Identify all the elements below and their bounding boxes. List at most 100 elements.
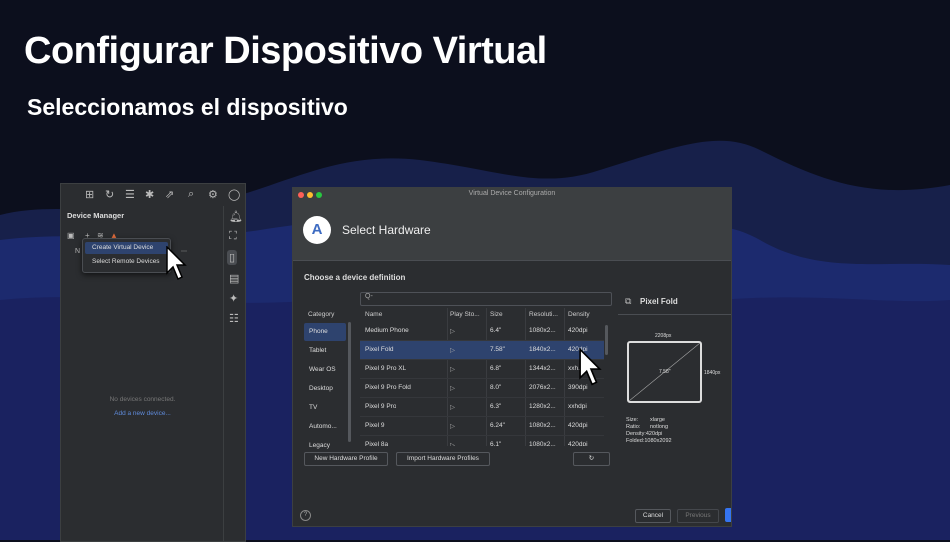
- refresh-icon: ↻: [588, 455, 595, 462]
- resolution-cell: 2076x2...: [529, 384, 556, 391]
- spec-key: Folded:: [626, 438, 645, 444]
- category-automotive[interactable]: Automo...: [304, 418, 346, 436]
- running-devices-icon[interactable]: ▤: [229, 272, 239, 285]
- dialog-header: A Select Hardware: [293, 202, 731, 261]
- category-tablet[interactable]: Tablet: [304, 342, 346, 360]
- device-search-input[interactable]: Q-: [360, 292, 612, 306]
- size-cell: 6.1": [490, 441, 502, 446]
- category-wear-os[interactable]: Wear OS: [304, 361, 346, 379]
- preview-height-label: 1840px: [704, 370, 721, 376]
- size-cell: 8.0": [490, 384, 502, 391]
- preview-width-label: 2208px: [655, 333, 672, 339]
- table-row[interactable]: Pixel 8a ▷ 6.1" 1080x2... 420dpi: [360, 436, 604, 446]
- import-hardware-profiles-button[interactable]: Import Hardware Profiles: [396, 452, 490, 466]
- help-button[interactable]: ?: [300, 510, 311, 521]
- play-store-icon: ▷: [450, 328, 455, 335]
- play-store-icon: ▷: [450, 442, 455, 446]
- device-table: Name Play Sto... Size Resoluti... Densit…: [360, 308, 610, 446]
- slide-subtitle: Seleccionamos el dispositivo: [27, 94, 348, 120]
- search-icon: Q-: [365, 293, 373, 300]
- spec-key: Ratio:: [626, 424, 641, 430]
- resolution-cell: 1344x2...: [529, 365, 556, 372]
- device-name-cell: Pixel 8a: [365, 441, 389, 446]
- table-scrollbar[interactable]: [605, 325, 608, 355]
- create-virtual-device-item[interactable]: Create Virtual Device: [85, 242, 168, 254]
- next-button-edge[interactable]: [725, 508, 731, 522]
- device-name-cell: Pixel 9: [365, 422, 385, 429]
- spec-row: Size: xlarge: [626, 417, 672, 424]
- virtual-device-dialog: Virtual Device Configuration A Select Ha…: [292, 187, 732, 527]
- resolution-cell: 1280x2...: [529, 403, 556, 410]
- device-name-cell: Pixel 9 Pro Fold: [365, 384, 411, 391]
- search-icon[interactable]: ⌕: [188, 188, 194, 201]
- structure-icon[interactable]: ☰: [125, 188, 135, 201]
- table-row[interactable]: Medium Phone ▷ 6.4" 1080x2... 420dpi: [360, 322, 604, 341]
- density-cell: 420dpi: [568, 441, 588, 446]
- table-row[interactable]: Pixel Fold ▷ 7.58" 1840x2... 420dpi: [360, 341, 604, 360]
- account-icon[interactable]: ◯: [228, 188, 240, 201]
- notifications-icon[interactable]: 🔔︎: [229, 210, 243, 223]
- layout-list-icon[interactable]: ☷: [229, 312, 239, 325]
- preview-title: Pixel Fold: [640, 297, 678, 306]
- size-cell: 6.4": [490, 327, 502, 334]
- spec-value: notlong: [650, 424, 669, 430]
- spec-row: Density:420dpi: [626, 431, 672, 438]
- table-row[interactable]: Pixel 9 Pro ▷ 6.3" 1280x2... xxhdpi: [360, 398, 604, 417]
- column-resolution[interactable]: Resoluti...: [529, 311, 558, 318]
- category-desktop[interactable]: Desktop: [304, 380, 346, 398]
- previous-button[interactable]: Previous: [677, 509, 719, 523]
- spec-row: Ratio: notlong: [626, 424, 672, 431]
- name-column-header: N: [75, 248, 81, 255]
- table-row[interactable]: Pixel 9 ▷ 6.24" 1080x2... 420dpi: [360, 417, 604, 436]
- device-name-cell: Pixel Fold: [365, 346, 394, 353]
- category-header: Category: [308, 311, 335, 318]
- density-cell: xxhdpi: [568, 403, 587, 410]
- device-group-icon[interactable]: ▣: [67, 231, 75, 240]
- table-row[interactable]: Pixel 9 Pro Fold ▷ 8.0" 2076x2... 390dpi: [360, 379, 604, 398]
- spec-value: 420dpi: [645, 431, 663, 437]
- device-name-cell: Pixel 9 Pro XL: [365, 365, 407, 372]
- resolution-cell: 1080x2...: [529, 441, 556, 446]
- column-size[interactable]: Size: [490, 311, 503, 318]
- device-manager-icon[interactable]: ▯: [227, 250, 238, 265]
- device-preview-icon: ⧉: [625, 296, 632, 306]
- play-store-icon: ▷: [450, 423, 455, 430]
- category-tv[interactable]: TV: [304, 399, 346, 417]
- preview-specs: Size: xlarge Ratio: notlong Density:420dpi…: [626, 417, 672, 445]
- density-cell: 420dpi: [568, 327, 588, 334]
- play-store-icon: ▷: [450, 404, 455, 411]
- column-play-store[interactable]: Play Sto...: [450, 311, 480, 318]
- category-list: Category Phone Tablet Wear OS Desktop TV…: [304, 308, 354, 449]
- device-name-cell: Medium Phone: [365, 327, 409, 334]
- density-cell: 420dpi: [568, 422, 588, 429]
- empty-state-text: No devices connected.: [109, 396, 176, 403]
- category-scrollbar[interactable]: [348, 322, 351, 442]
- window-title: Virtual Device Configuration: [468, 190, 556, 197]
- select-remote-devices-item[interactable]: Select Remote Devices: [85, 256, 168, 268]
- attach-debugger-icon[interactable]: ⇗: [165, 188, 174, 201]
- category-phone[interactable]: Phone: [304, 323, 346, 341]
- column-name[interactable]: Name: [365, 311, 382, 318]
- add-device-link[interactable]: Add a new device...: [61, 410, 224, 417]
- table-row[interactable]: Pixel 9 Pro XL ▷ 6.8" 1344x2... xxh...: [360, 360, 604, 379]
- ide-toolbar: ⊞ ↻ ☰ ✱ ⇗ ⌕ ⚙ ◯: [61, 184, 245, 206]
- debug-bug-icon[interactable]: ✱: [145, 188, 154, 201]
- spec-value: 1080x2092: [644, 438, 672, 444]
- gradle-icon[interactable]: ⛶: [229, 230, 237, 243]
- dialog-header-title: Select Hardware: [342, 223, 431, 237]
- cancel-button[interactable]: Cancel: [635, 509, 671, 523]
- mouse-pointer-icon: [166, 246, 187, 281]
- refresh-button[interactable]: ↻: [573, 452, 610, 466]
- spec-value: xlarge: [650, 417, 665, 423]
- hierarchy-icon[interactable]: ⊞: [85, 188, 94, 201]
- sync-icon[interactable]: ↻: [105, 188, 114, 201]
- device-manager-title: Device Manager: [67, 211, 125, 220]
- gemini-spark-icon[interactable]: ✦: [229, 292, 238, 305]
- new-hardware-profile-button[interactable]: New Hardware Profile: [304, 452, 388, 466]
- settings-gear-icon[interactable]: ⚙: [208, 188, 218, 201]
- window-titlebar: Virtual Device Configuration: [293, 188, 731, 202]
- android-studio-logo-icon: A: [303, 216, 331, 244]
- resolution-cell: 1080x2...: [529, 327, 556, 334]
- spec-key: Density:: [626, 431, 646, 437]
- column-density[interactable]: Density: [568, 311, 590, 318]
